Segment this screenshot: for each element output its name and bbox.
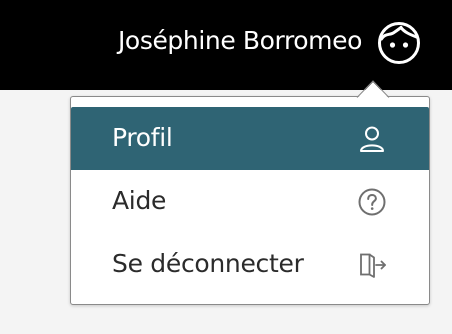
user-icon — [357, 124, 387, 154]
face-icon[interactable] — [377, 21, 421, 65]
menu-item-label: Profil — [112, 123, 173, 152]
help-circle-icon — [357, 187, 387, 217]
user-name[interactable]: Joséphine Borromeo — [118, 24, 362, 58]
menu-item-label: Aide — [112, 186, 167, 215]
menu-item-label: Se déconnecter — [112, 249, 304, 278]
menu-item-profil[interactable]: Profil — [71, 107, 429, 170]
menu-item-aide[interactable]: Aide — [71, 170, 429, 233]
dropdown-caret — [356, 80, 390, 98]
user-menu-dropdown: Profil Aide Se déconnecter — [70, 96, 430, 305]
logout-door-icon — [357, 250, 387, 280]
top-bar: Joséphine Borromeo — [0, 0, 452, 90]
menu-item-se-deconnecter[interactable]: Se déconnecter — [71, 233, 429, 296]
